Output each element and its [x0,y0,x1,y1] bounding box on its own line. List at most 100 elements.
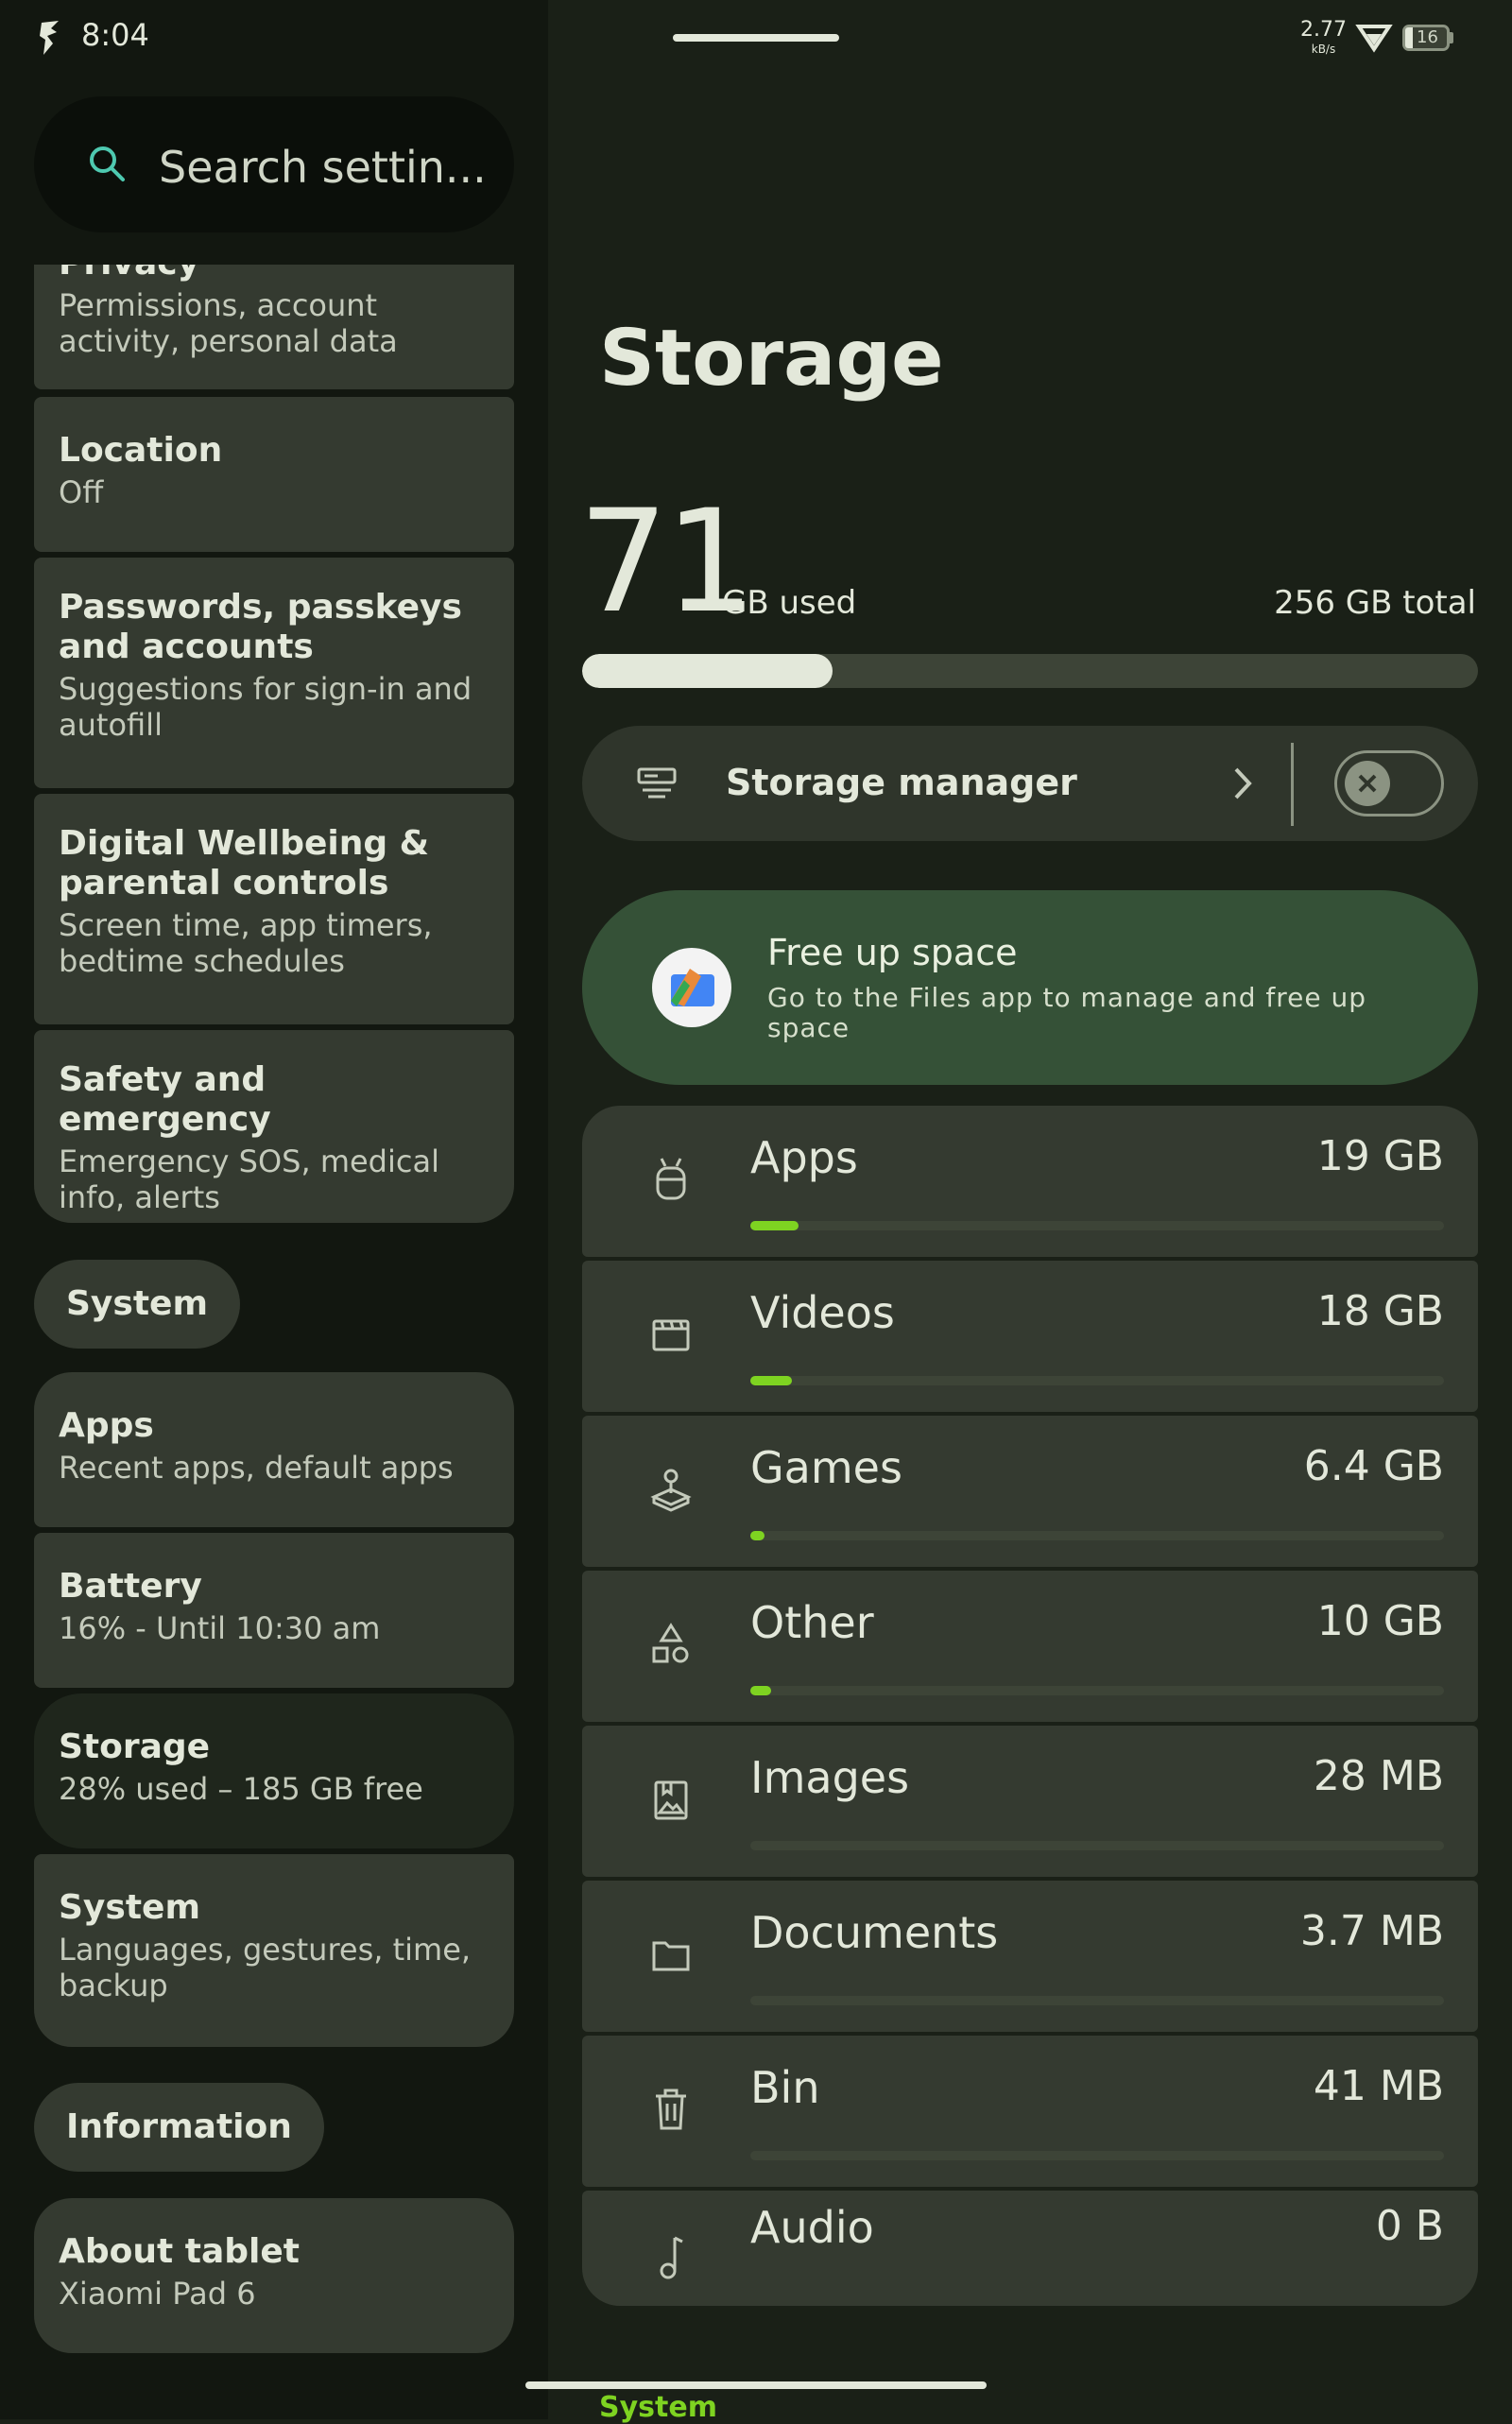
sidebar-item-title: Location [59,431,223,470]
category-usage-track [750,1531,1444,1540]
shapes-icon [652,1623,689,1663]
section-header-system: System [34,1260,240,1349]
search-placeholder: Search settin... [159,142,487,193]
category-name: Other [750,1597,874,1648]
category-usage-track [750,1686,1444,1695]
sidebar-item-storage[interactable]: Storage 28% used – 185 GB free [34,1693,514,1848]
category-name: Games [750,1442,902,1493]
sidebar-item-title: Safety and emergency [59,1060,271,1139]
sidebar-item-subtitle: Xiaomi Pad 6 [59,2276,256,2312]
category-row-documents[interactable]: Documents 3.7 MB [582,1881,1478,2032]
network-speed-unit: kB/s [1311,43,1336,56]
category-usage-bar [750,1686,772,1695]
category-name: Videos [750,1287,895,1338]
sidebar-item-safety[interactable]: Safety and emergency Emergency SOS, medi… [34,1030,514,1223]
close-icon [1358,774,1377,793]
category-name: Apps [750,1132,858,1183]
category-usage-bar [750,1376,793,1385]
toggle-knob [1345,761,1390,806]
divider [1291,743,1294,826]
sidebar-item-subtitle: Recent apps, default apps [59,1450,454,1486]
wifi-icon [1355,25,1393,53]
storage-usage-bar [582,654,1478,688]
files-app-icon [652,948,731,1027]
sidebar-item-subtitle: Off [59,474,104,510]
category-usage-bar [750,1221,799,1230]
free-up-space-card[interactable]: Free up space Go to the Files app to man… [582,890,1478,1085]
category-size: 28 MB [1313,1752,1444,1800]
category-size: 3.7 MB [1299,1907,1444,1955]
top-drag-handle[interactable] [673,34,839,42]
android-icon [656,1158,686,1200]
sidebar-item-digital-wellbeing[interactable]: Digital Wellbeing & parental controls Sc… [34,794,514,1024]
battery-tip [1450,32,1453,43]
category-row-bin[interactable]: Bin 41 MB [582,2036,1478,2187]
free-up-space-description: Go to the Files app to manage and free u… [767,982,1366,1043]
category-usage-track [750,1996,1444,2005]
category-size: 6.4 GB [1303,1442,1444,1490]
storage-manager-icon [637,767,677,799]
folder-icon [652,1941,690,1971]
sidebar-item-subtitle: 16% - Until 10:30 am [59,1610,381,1646]
sidebar-item-location[interactable]: Location Off [34,397,514,552]
category-usage-track [750,1221,1444,1230]
category-name: Images [750,1752,910,1803]
network-speed-value: 2.77 [1300,18,1347,42]
sidebar-item-title: About tablet [59,2232,300,2271]
sidebar-item-title: Digital Wellbeing & parental controls [59,824,430,903]
sidebar-item-title: Apps [59,1406,154,1445]
category-name: Audio [750,2202,874,2253]
category-usage-track [750,1841,1444,1850]
sidebar-item-passwords[interactable]: Passwords, passkeys and accounts Suggest… [34,558,514,788]
status-time: 8:04 [81,17,149,53]
battery-level: 16 [1417,27,1438,47]
storage-manager-row[interactable]: Storage manager [582,726,1478,841]
storage-usage-fill [582,654,833,688]
category-row-games[interactable]: Games 6.4 GB [582,1416,1478,1567]
network-speed: 2.77 kB/s [1300,18,1347,59]
category-size: 10 GB [1316,1597,1444,1645]
movie-icon [652,1319,690,1351]
sidebar-item-privacy[interactable]: Privacy Permissions, account activity, p… [34,265,514,389]
gesture-nav-handle[interactable] [525,2381,987,2389]
sidebar-item-apps[interactable]: Apps Recent apps, default apps [34,1372,514,1527]
sidebar-item-battery[interactable]: Battery 16% - Until 10:30 am [34,1533,514,1688]
sidebar-item-title: Storage [59,1728,211,1766]
storage-manager-toggle[interactable] [1334,750,1444,817]
search-icon [90,146,125,181]
app-logo-icon [40,21,59,55]
category-row-apps[interactable]: Apps 19 GB [582,1106,1478,1257]
category-size: 41 MB [1313,2062,1444,2110]
joystick-icon [650,1469,692,1512]
search-input[interactable]: Search settin... [34,96,514,232]
battery-icon: 16 [1402,25,1450,51]
category-row-videos[interactable]: Videos 18 GB [582,1261,1478,1412]
category-size: 0 B [1375,2202,1444,2250]
category-row-other[interactable]: Other 10 GB [582,1571,1478,1722]
free-up-space-title: Free up space [767,932,1018,973]
storage-total-label: 256 GB total [1274,584,1476,622]
section-header-information: Information [34,2083,324,2172]
chevron-right-icon [1234,767,1252,799]
sidebar-item-title: Passwords, passkeys and accounts [59,588,462,666]
image-icon [654,1780,688,1820]
sidebar-item-system[interactable]: System Languages, gestures, time, backup [34,1854,514,2047]
sidebar-item-about-tablet[interactable]: About tablet Xiaomi Pad 6 [34,2198,514,2353]
music-note-icon [660,2236,683,2279]
sidebar-item-subtitle: Languages, gestures, time, backup [59,1932,472,2003]
page-title: Storage [599,314,944,404]
category-size: 18 GB [1316,1287,1444,1335]
category-usage-track [750,2151,1444,2160]
category-usage-bar [750,1531,765,1540]
sidebar-item-subtitle: Emergency SOS, medical info, alerts [59,1143,439,1215]
category-name: Bin [750,2062,820,2113]
category-usage-track [750,1376,1444,1385]
category-size: 19 GB [1316,1132,1444,1180]
category-row-images[interactable]: Images 28 MB [582,1726,1478,1877]
category-row-audio[interactable]: Audio 0 B [582,2191,1478,2306]
trash-icon [656,2089,686,2130]
storage-used-label: GB used [722,584,857,622]
sidebar-item-title: Battery [59,1567,202,1606]
category-name: Documents [750,1907,999,1958]
storage-manager-label: Storage manager [726,762,1077,803]
